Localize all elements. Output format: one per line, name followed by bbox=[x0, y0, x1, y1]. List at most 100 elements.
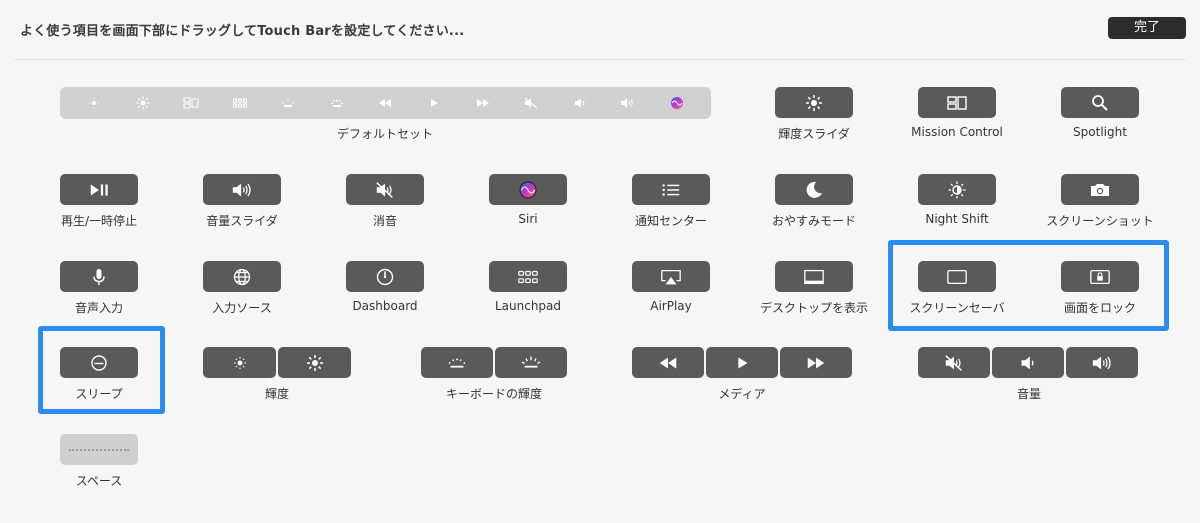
play-pause-icon bbox=[90, 184, 108, 195]
desktop-icon bbox=[804, 269, 824, 284]
launchpad-icon bbox=[226, 89, 254, 117]
keyboard-brightness-up-icon bbox=[521, 356, 541, 368]
input-source-button[interactable] bbox=[203, 261, 281, 292]
volume-group[interactable] bbox=[918, 347, 1138, 378]
dashboard-button[interactable] bbox=[346, 261, 424, 292]
spotlight-label: Spotlight bbox=[1073, 125, 1127, 139]
fast-forward-icon bbox=[807, 357, 825, 368]
night-shift-label: Night Shift bbox=[925, 212, 989, 226]
launchpad-label: Launchpad bbox=[494, 299, 562, 313]
screen-saver-icon bbox=[947, 269, 967, 284]
siri-label: Siri bbox=[518, 212, 538, 226]
sleep-label: スリープ bbox=[75, 387, 123, 401]
mute-icon bbox=[517, 89, 545, 117]
airplay-icon bbox=[661, 269, 681, 284]
sleep-button[interactable] bbox=[60, 347, 138, 378]
siri-icon bbox=[519, 181, 537, 198]
play-pause-label: 再生/一時停止 bbox=[60, 214, 138, 228]
keyboard-brightness-down-button[interactable] bbox=[421, 347, 493, 378]
separator bbox=[14, 59, 1186, 60]
play-button[interactable] bbox=[706, 347, 778, 378]
default-set-strip[interactable] bbox=[60, 87, 711, 119]
mute-segment-button[interactable] bbox=[918, 347, 990, 378]
play-icon bbox=[420, 89, 448, 117]
brightness-slider-button[interactable] bbox=[775, 87, 853, 118]
dictation-button[interactable] bbox=[60, 261, 138, 292]
media-label: メディア bbox=[718, 387, 766, 401]
brightness-up-button[interactable] bbox=[278, 347, 351, 378]
spotlight-button[interactable] bbox=[1061, 87, 1139, 118]
volume-label: 音量 bbox=[1016, 387, 1042, 401]
keyboard-brightness-up-icon bbox=[323, 89, 351, 117]
media-group[interactable] bbox=[632, 347, 852, 378]
space-button[interactable] bbox=[60, 434, 138, 465]
dashboard-label: Dashboard bbox=[352, 299, 418, 313]
volume-icon bbox=[232, 183, 251, 196]
dictation-label: 音声入力 bbox=[74, 301, 124, 315]
fast-forward-button[interactable] bbox=[780, 347, 852, 378]
brightness-down-button[interactable] bbox=[203, 347, 276, 378]
keyboard-brightness-label: キーボードの輝度 bbox=[445, 387, 543, 401]
rewind-button[interactable] bbox=[632, 347, 704, 378]
search-icon bbox=[1092, 94, 1108, 111]
screen-saver-button[interactable] bbox=[918, 261, 996, 292]
fast-forward-icon bbox=[469, 89, 497, 117]
do-not-disturb-label: おやすみモード bbox=[771, 214, 857, 228]
lock-screen-button[interactable] bbox=[1061, 261, 1139, 292]
siri-button[interactable] bbox=[489, 174, 567, 205]
play-pause-button[interactable] bbox=[60, 174, 138, 205]
notification-center-button[interactable] bbox=[632, 174, 710, 205]
night-shift-icon bbox=[948, 181, 966, 198]
airplay-label: AirPlay bbox=[650, 299, 692, 313]
brightness-slider-label: 輝度スライダ bbox=[778, 127, 850, 141]
volume-up-button[interactable] bbox=[1066, 347, 1138, 378]
show-desktop-button[interactable] bbox=[775, 261, 853, 292]
keyboard-brightness-up-button[interactable] bbox=[495, 347, 567, 378]
lock-icon bbox=[1090, 269, 1110, 284]
default-set-label: デフォルトセット bbox=[336, 127, 434, 141]
show-desktop-label: デスクトップを表示 bbox=[759, 301, 869, 315]
input-source-label: 入力ソース bbox=[212, 301, 272, 315]
lock-screen-label: 画面をロック bbox=[1063, 301, 1137, 315]
brightness-up-icon bbox=[129, 89, 157, 117]
launchpad-button[interactable] bbox=[489, 261, 567, 292]
night-shift-button[interactable] bbox=[918, 174, 996, 205]
mission-control-icon bbox=[177, 89, 205, 117]
keyboard-brightness-group[interactable] bbox=[421, 347, 567, 378]
brightness-label: 輝度 bbox=[264, 387, 290, 401]
mute-icon bbox=[376, 181, 393, 198]
airplay-button[interactable] bbox=[632, 261, 710, 292]
launchpad-icon bbox=[518, 270, 538, 283]
volume-down-button[interactable] bbox=[992, 347, 1064, 378]
space-dots bbox=[69, 448, 129, 451]
microphone-icon bbox=[93, 268, 105, 285]
notification-center-label: 通知センター bbox=[634, 214, 708, 228]
volume-down-icon bbox=[566, 89, 594, 117]
brightness-group[interactable] bbox=[203, 347, 351, 378]
screenshot-label: スクリーンショット bbox=[1046, 214, 1154, 228]
dashboard-icon bbox=[376, 268, 394, 285]
keyboard-brightness-down-icon bbox=[448, 357, 466, 368]
screenshot-button[interactable] bbox=[1061, 174, 1139, 205]
volume-slider-button[interactable] bbox=[203, 174, 281, 205]
mute-label: 消音 bbox=[372, 214, 398, 228]
moon-icon bbox=[806, 181, 822, 198]
screen-saver-label: スクリーンセーバ bbox=[909, 301, 1005, 315]
brightness-up-icon bbox=[306, 354, 323, 371]
camera-icon bbox=[1091, 183, 1109, 196]
brightness-icon bbox=[806, 94, 822, 111]
mission-control-button[interactable] bbox=[918, 87, 996, 118]
keyboard-brightness-down-icon bbox=[274, 89, 302, 117]
mute-icon bbox=[945, 354, 962, 371]
mission-control-icon bbox=[947, 95, 967, 110]
volume-down-icon bbox=[1021, 356, 1034, 369]
globe-icon bbox=[233, 268, 251, 285]
brightness-down-icon bbox=[80, 89, 108, 117]
mute-button[interactable] bbox=[346, 174, 424, 205]
space-label: スペース bbox=[75, 474, 123, 488]
volume-slider-label: 音量スライダ bbox=[206, 214, 278, 228]
do-not-disturb-button[interactable] bbox=[775, 174, 853, 205]
sleep-icon bbox=[91, 354, 107, 371]
mission-control-label: Mission Control bbox=[911, 125, 1003, 139]
done-button[interactable]: 完了 bbox=[1108, 17, 1186, 39]
